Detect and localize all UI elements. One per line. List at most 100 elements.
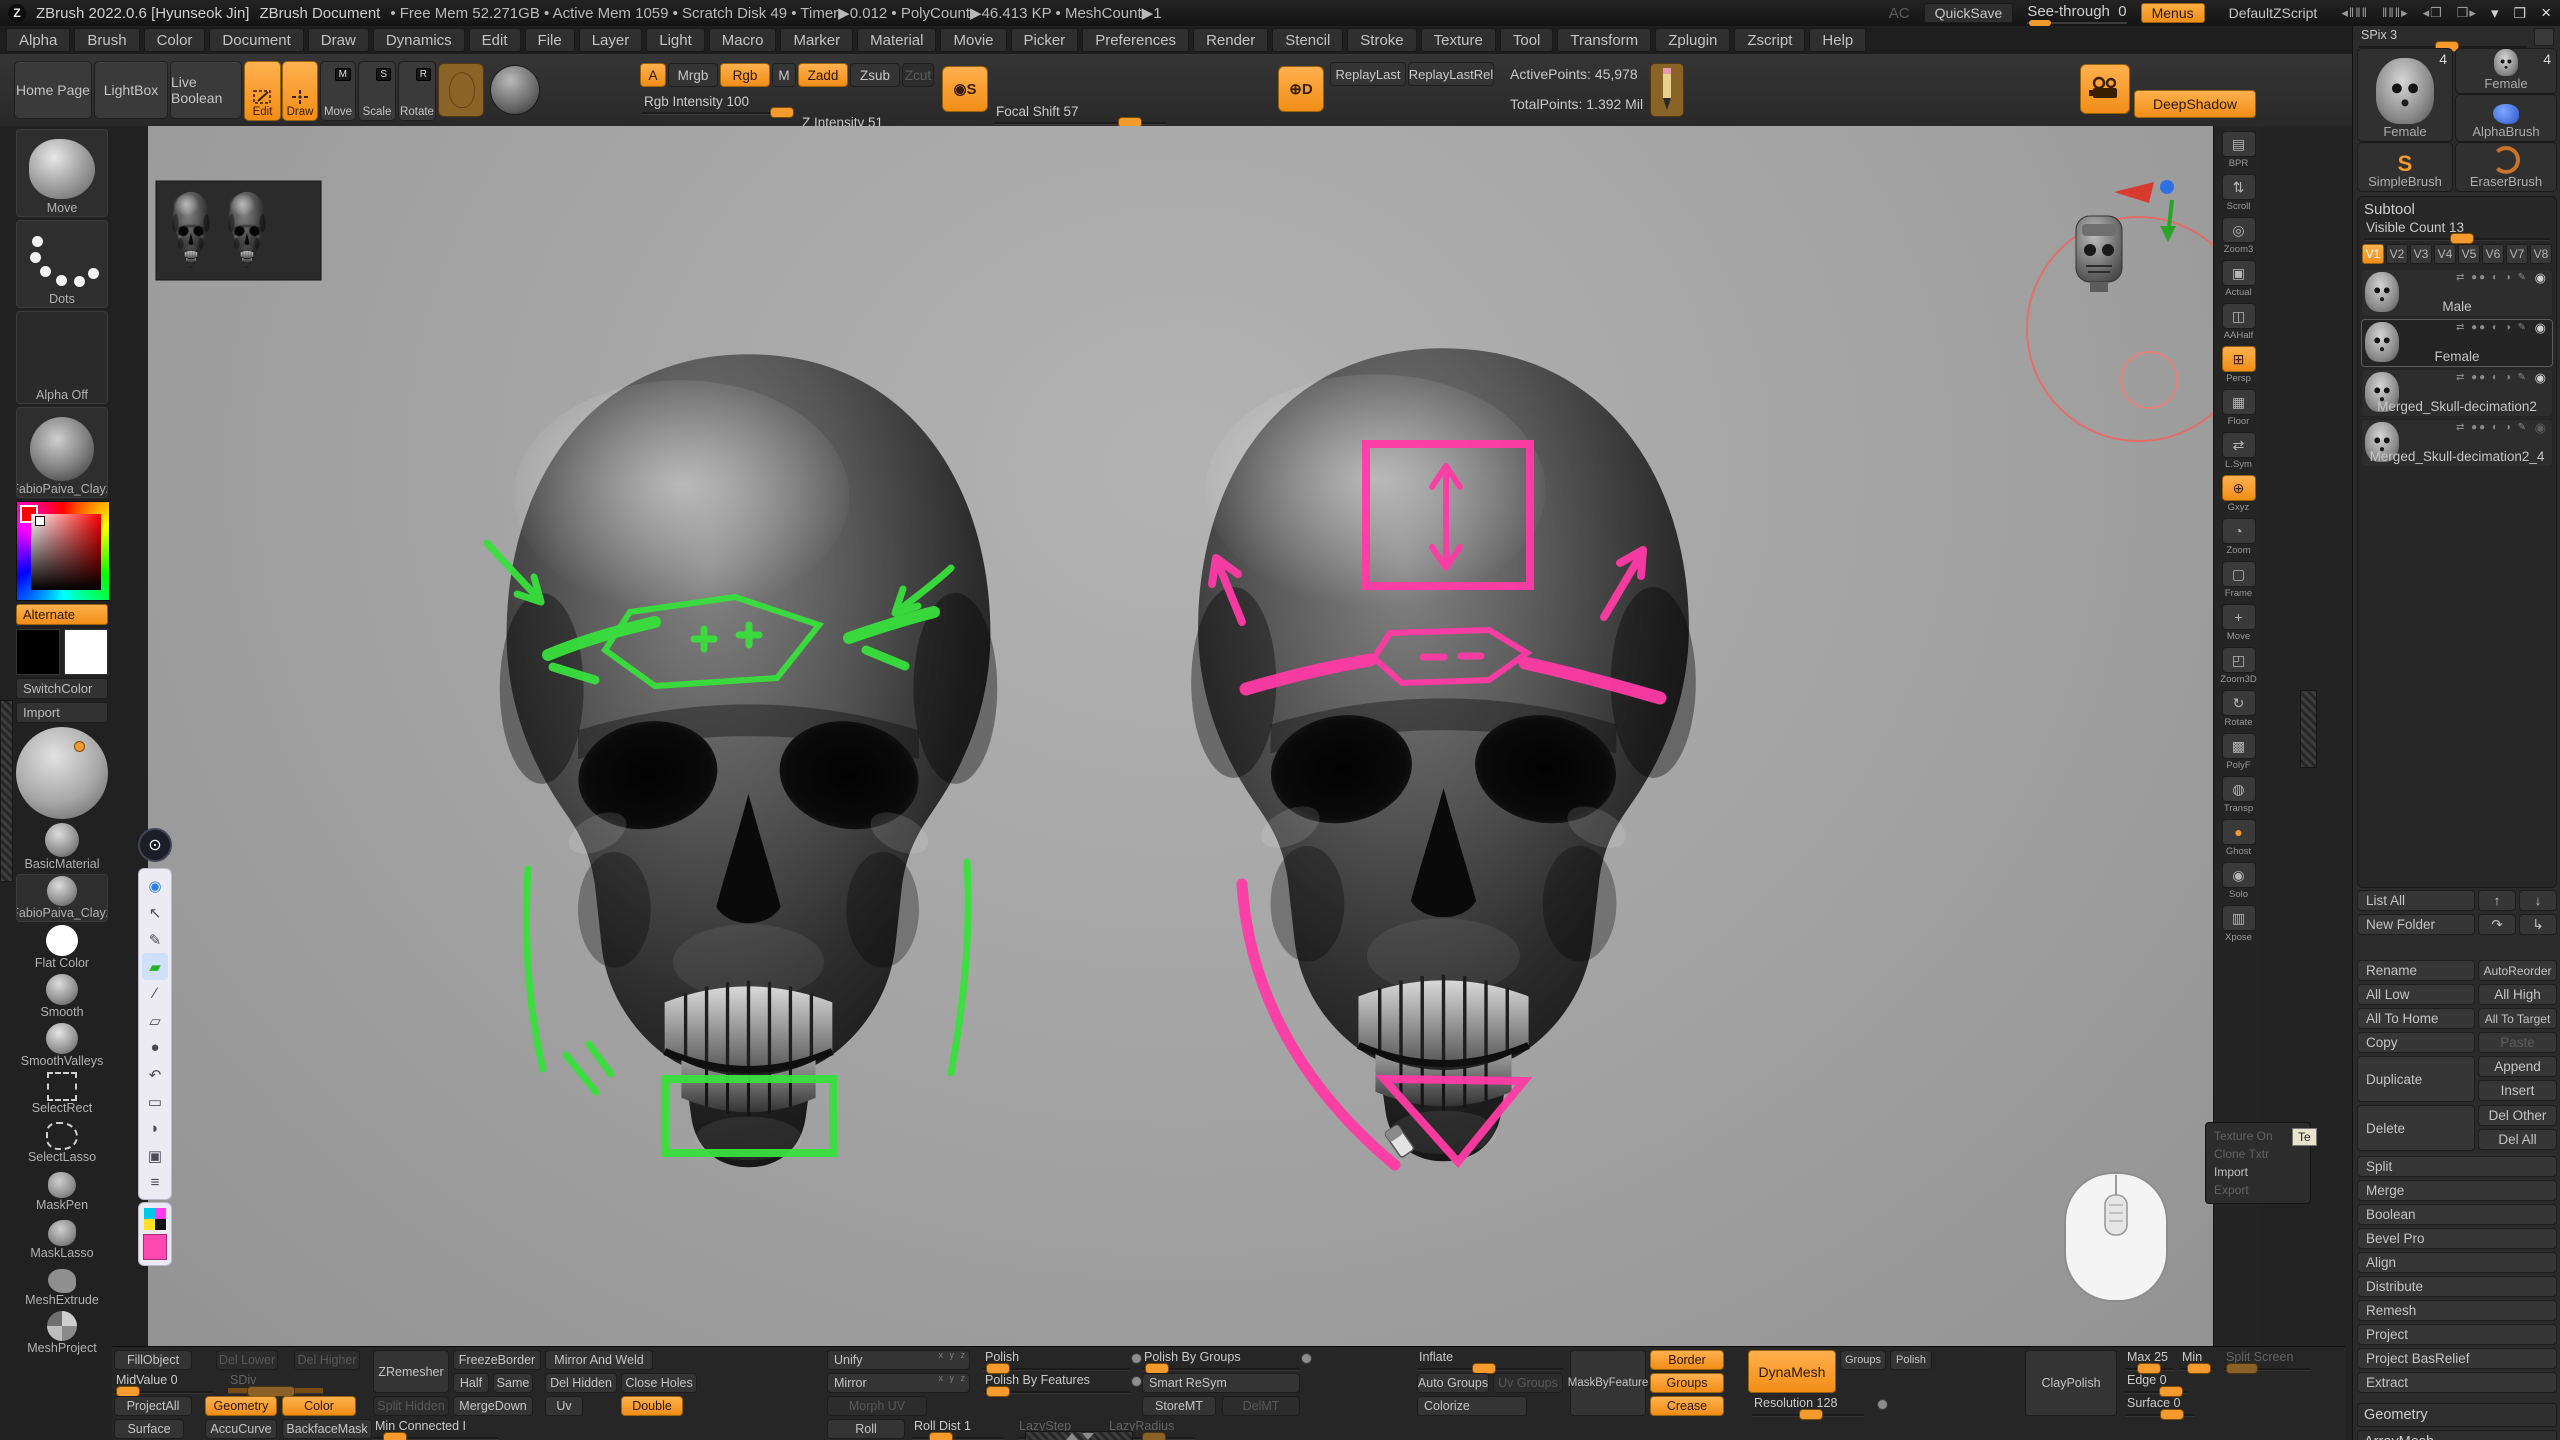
half-button[interactable]: Half: [453, 1373, 489, 1393]
all-high-button[interactable]: All High: [2478, 984, 2557, 1005]
color-picker[interactable]: [16, 501, 110, 601]
paste-button[interactable]: Paste: [2478, 1032, 2557, 1053]
subtool-mini-icons[interactable]: ⇄ ●● ◐ ◑ ✎: [2456, 372, 2528, 383]
polish-slider[interactable]: Polish: [983, 1350, 1130, 1371]
max-slider[interactable]: Max 25: [2125, 1350, 2173, 1371]
append-button[interactable]: Append: [2478, 1056, 2557, 1077]
uv-groups-button[interactable]: Uv Groups: [1493, 1373, 1563, 1393]
tool-slot-alphabrush[interactable]: AlphaBrush: [2455, 94, 2557, 142]
focal-shift-icon[interactable]: ◉S: [942, 66, 988, 112]
Merged_Skull-decimation2_4[interactable]: ⇄ ●● ◐ ◑ ✎ ◉ Merged_Skull-decimation2_4: [2361, 419, 2553, 467]
texture-popup-item[interactable]: Import: [2210, 1163, 2306, 1181]
select-rect-item[interactable]: SelectRect: [16, 1072, 108, 1116]
zadd-toggle[interactable]: Zadd: [798, 63, 848, 87]
freeze-border-button[interactable]: FreezeBorder: [453, 1350, 541, 1370]
menu-item[interactable]: File: [525, 28, 575, 52]
version-tab[interactable]: V5: [2458, 244, 2480, 264]
zremesher-button[interactable]: ZRemesher: [373, 1350, 449, 1393]
subtool-mini-icons[interactable]: ⇄ ●● ◐ ◑ ✎: [2456, 272, 2528, 283]
merge-down-button[interactable]: MergeDown: [453, 1396, 533, 1416]
menu-item[interactable]: Tool: [1500, 28, 1554, 52]
menu-item[interactable]: Dynamics: [373, 28, 465, 52]
current-material-icon[interactable]: [490, 65, 540, 115]
polyframe-icon[interactable]: ▩ PolyF: [2218, 733, 2260, 771]
layout-right-icon[interactable]: ❒▸: [2457, 5, 2477, 21]
eraser-icon[interactable]: ▱: [142, 1007, 168, 1034]
menu-item[interactable]: Stroke: [1347, 28, 1416, 52]
persp-icon[interactable]: ⊞ Persp: [2218, 346, 2260, 384]
split-button[interactable]: Split: [2357, 1156, 2557, 1177]
version-tab[interactable]: V4: [2434, 244, 2456, 264]
version-tab[interactable]: V7: [2506, 244, 2528, 264]
version-tab[interactable]: V1: [2362, 244, 2384, 264]
rotate-icon[interactable]: ↻ Rotate: [2218, 690, 2260, 728]
layout-left-icon[interactable]: ◂❒: [2423, 5, 2443, 21]
menu-item[interactable]: Color: [144, 28, 206, 52]
bevel-pro-button[interactable]: Bevel Pro: [2357, 1228, 2557, 1249]
groups-toggle[interactable]: Groups: [1650, 1373, 1724, 1393]
rotate-button[interactable]: RRotate: [398, 61, 436, 121]
dynamesh-button[interactable]: DynaMesh: [1748, 1350, 1836, 1393]
del-hidden-button[interactable]: Del Hidden: [545, 1373, 617, 1393]
remesh-button[interactable]: Remesh: [2357, 1300, 2557, 1321]
texture-popup-item[interactable]: Clone Txtr: [2210, 1145, 2306, 1163]
menu-item[interactable]: Help: [1809, 28, 1866, 52]
move-down-icon[interactable]: ↓: [2519, 890, 2557, 911]
polish-by-groups-slider[interactable]: Polish By Groups: [1142, 1350, 1300, 1371]
unify-button[interactable]: Unifyx y z: [827, 1350, 970, 1370]
basic-material-item[interactable]: BasicMaterial: [16, 823, 108, 871]
project-button[interactable]: Project: [2357, 1324, 2557, 1345]
mrgb-toggle[interactable]: Mrgb: [668, 63, 718, 87]
frame-icon[interactable]: ▢ Frame: [2218, 561, 2260, 599]
quicksave-button[interactable]: QuickSave: [1924, 3, 2014, 23]
tray-resize-handle[interactable]: [1025, 1431, 1133, 1440]
min-connected-slider[interactable]: Min Connected I: [373, 1419, 498, 1440]
accu-curve-button[interactable]: AccuCurve: [205, 1419, 277, 1439]
draw-size-icon[interactable]: ⊕D: [1278, 66, 1324, 112]
highlighter-icon[interactable]: ▰: [142, 953, 168, 980]
menu-item[interactable]: Document: [209, 28, 303, 52]
home-page-button[interactable]: Home Page: [14, 61, 92, 119]
menu-item[interactable]: Marker: [780, 28, 853, 52]
copy-button[interactable]: Copy: [2357, 1032, 2475, 1053]
zcut-toggle[interactable]: Zcut: [902, 63, 934, 87]
project-all-button[interactable]: ProjectAll: [114, 1396, 192, 1416]
split-hidden-button[interactable]: Split Hidden: [373, 1396, 449, 1416]
subtool-mini-icons[interactable]: ⇄ ●● ◐ ◑ ✎: [2456, 322, 2528, 333]
texture-selector[interactable]: FabioPaiva_Clay2: [16, 407, 108, 498]
colorize-button[interactable]: Colorize: [1417, 1396, 1527, 1416]
active-color-swatch[interactable]: [143, 1234, 167, 1260]
move-icon[interactable]: + Move: [2218, 604, 2260, 642]
smooth-brush-item[interactable]: Smooth: [16, 974, 108, 1020]
alternate-button[interactable]: Alternate: [16, 604, 108, 625]
Merged_Skull-decimation2[interactable]: ⇄ ●● ◐ ◑ ✎ ◉ Merged_Skull-decimation2: [2361, 369, 2553, 417]
store-mt-button[interactable]: StoreMT: [1142, 1396, 1216, 1416]
delete-button[interactable]: Delete: [2357, 1105, 2475, 1151]
color-toggle[interactable]: Color: [282, 1396, 356, 1416]
menu-item[interactable]: Transform: [1557, 28, 1651, 52]
uv-button[interactable]: Uv: [545, 1396, 583, 1416]
scroll-icon[interactable]: ⇅ Scroll: [2218, 174, 2260, 212]
tool-slot-eraserbrush[interactable]: EraserBrush: [2455, 142, 2557, 192]
mesh-extrude-item[interactable]: MeshExtrude: [16, 1264, 108, 1308]
m-toggle[interactable]: M: [772, 63, 796, 87]
secondary-color-swatch[interactable]: [64, 629, 108, 675]
close-button[interactable]: ×: [2541, 3, 2552, 23]
del-mt-button[interactable]: DelMT: [1222, 1396, 1300, 1416]
see-through-slider[interactable]: See-through 0: [2027, 3, 2126, 24]
alpha-selector[interactable]: Alpha Off: [16, 311, 108, 404]
document-canvas[interactable]: [148, 126, 2213, 1346]
edge-slider[interactable]: Edge 0: [2125, 1373, 2187, 1394]
menu-item[interactable]: Picker: [1011, 28, 1079, 52]
menu-item[interactable]: Draw: [308, 28, 369, 52]
polish-by-features-slider[interactable]: Polish By Features: [983, 1373, 1130, 1394]
current-alpha-icon[interactable]: [438, 63, 484, 117]
default-zscript-button[interactable]: DefaultZScript: [2219, 4, 2328, 22]
eye-icon[interactable]: ◉: [2535, 420, 2546, 436]
dm-groups-button[interactable]: Groups: [1840, 1350, 1886, 1370]
sdiv-slider[interactable]: SDiv: [228, 1373, 323, 1394]
pencil-icon[interactable]: ∕: [142, 980, 168, 1007]
focal-shift-slider[interactable]: Focal Shift 57: [994, 104, 1166, 125]
array-mesh-section[interactable]: ArrayMesh: [2357, 1430, 2557, 1440]
menu-item[interactable]: Material: [857, 28, 936, 52]
